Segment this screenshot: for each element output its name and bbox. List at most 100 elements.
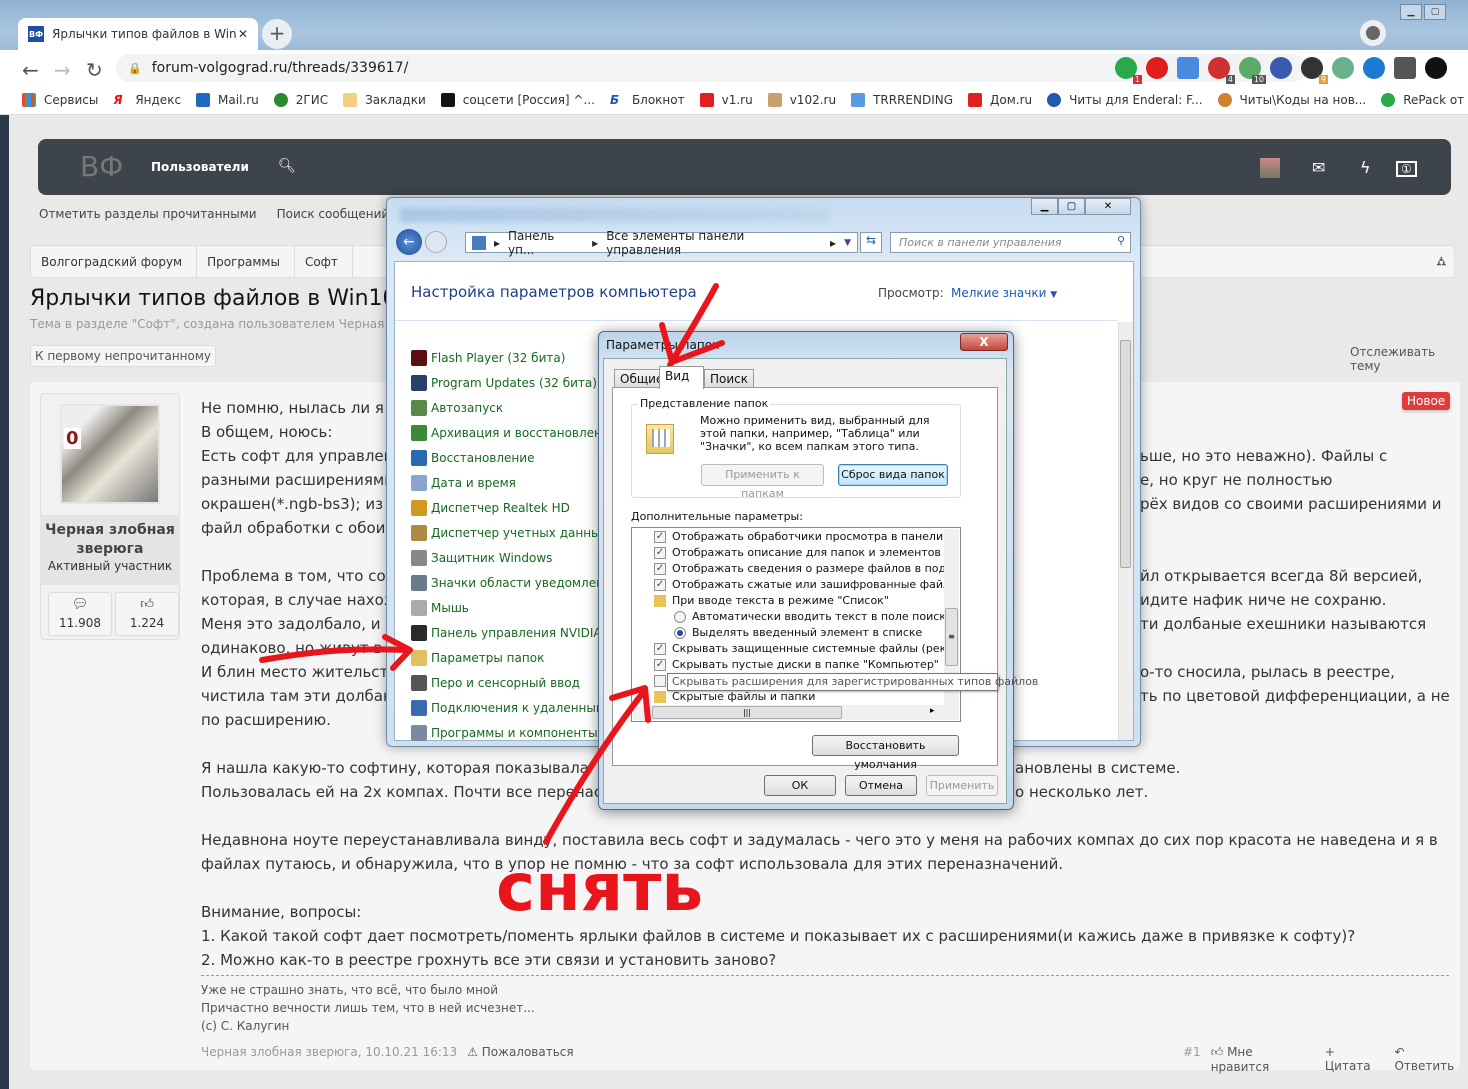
new-tab-button[interactable]: + xyxy=(262,19,292,49)
breadcrumb-item[interactable]: Софт xyxy=(295,246,353,277)
cp-item[interactable]: Восстановление xyxy=(411,450,534,466)
scroll-right-icon[interactable]: ▸ xyxy=(930,706,935,716)
tab-search[interactable]: Поиск xyxy=(704,369,755,388)
cp-item[interactable]: Перо и сенсорный ввод xyxy=(411,675,580,691)
option-item[interactable]: При вводе текста в режиме "Список" xyxy=(654,594,944,607)
cp-item[interactable]: Дата и время xyxy=(411,475,516,491)
avatar[interactable] xyxy=(1425,57,1447,79)
cp-item[interactable]: Мышь xyxy=(411,600,469,616)
extension-icon[interactable]: 10 xyxy=(1239,57,1266,84)
bookmark[interactable]: Я Яндекс xyxy=(113,93,181,107)
bookmark[interactable]: RePack от xatab xyxy=(1381,92,1468,107)
tab-close-icon[interactable]: ✕ xyxy=(238,27,248,41)
bookmark[interactable]: TRRRENDING xyxy=(851,92,953,107)
close-icon[interactable]: ✕ xyxy=(1085,198,1131,215)
bookmark[interactable]: Б Блокнот xyxy=(610,93,685,107)
puzzle-icon[interactable] xyxy=(1394,57,1416,79)
cp-item[interactable]: Program Updates (32 бита) xyxy=(411,375,597,391)
quote-button[interactable]: + Цитата xyxy=(1325,1045,1385,1074)
checkbox[interactable]: ✓ xyxy=(654,578,666,591)
profile-dropdown-icon[interactable] xyxy=(1360,20,1386,46)
checkbox[interactable]: ✓ xyxy=(654,530,666,543)
extension-icon[interactable]: 1 xyxy=(1115,57,1142,84)
restore-defaults-button[interactable]: Восстановить умолчания xyxy=(812,735,959,771)
refresh-button[interactable]: ⇆ xyxy=(860,232,882,253)
breadcrumb-item[interactable]: Программы xyxy=(197,246,295,277)
breadcrumb-item[interactable]: Волгоградский форум xyxy=(31,246,198,277)
report-link[interactable]: ⚠ Пожаловаться xyxy=(467,1045,573,1059)
forward-button[interactable] xyxy=(425,231,447,253)
abp-icon[interactable]: 4 xyxy=(1208,57,1235,84)
reload-icon[interactable]: ↻ xyxy=(86,58,103,82)
cp-item[interactable]: Архивация и восстановление xyxy=(411,425,617,441)
radio-button[interactable] xyxy=(674,610,686,623)
bookmark[interactable]: Дом.ru xyxy=(968,92,1032,107)
cp-item[interactable]: Значки области уведомлений xyxy=(411,575,620,591)
cp-item[interactable]: Диспетчер Realtek HD xyxy=(411,500,570,516)
search-posts-link[interactable]: Поиск сообщений xyxy=(277,207,390,221)
cp-item[interactable]: Панель управления NVIDIA xyxy=(411,625,602,641)
ok-button[interactable]: ОК xyxy=(764,775,836,796)
translate-icon[interactable] xyxy=(1177,57,1199,79)
bookmark[interactable]: Закладки xyxy=(343,92,426,107)
cp-address-bar[interactable]: ▸ Панель уп... ▸ Все элементы панели управл… xyxy=(465,229,858,257)
cp-search-input[interactable]: Поиск в панели управления ⚲ xyxy=(890,232,1131,253)
view-mode-dropdown[interactable]: Мелкие значки ▼ xyxy=(951,286,1057,300)
cp-scroll-thumb[interactable] xyxy=(1120,340,1131,568)
option-item[interactable]: Выделять введенный элемент в списке xyxy=(674,626,964,639)
cp-item[interactable]: Параметры папок xyxy=(411,650,544,666)
cp-item[interactable]: Flash Player (32 бита) xyxy=(411,350,565,366)
reset-folders-button[interactable]: Сброс вида папок xyxy=(838,464,948,486)
cp-item[interactable]: Подключения к удаленным ра xyxy=(411,700,624,716)
minimize-icon[interactable]: ▁ xyxy=(1031,198,1058,215)
cancel-button[interactable]: Отмена xyxy=(845,775,917,796)
like-button[interactable]: 👍︎ Мне нравится xyxy=(1211,1045,1315,1074)
mail-icon[interactable]: ✉ xyxy=(1312,158,1325,177)
option-item[interactable]: ✓ Отображать сведения о размере файлов в … xyxy=(654,562,944,575)
maximize-icon[interactable]: ▢ xyxy=(1424,4,1446,20)
back-button[interactable]: ← xyxy=(396,229,422,255)
post-number[interactable]: #1 xyxy=(1183,1045,1201,1074)
forum-logo[interactable]: ВФ xyxy=(80,150,123,183)
tab-view[interactable]: Вид xyxy=(659,366,704,389)
bookmark[interactable]: Читы для Enderal: F... xyxy=(1047,92,1203,107)
first-unread-button[interactable]: К первому непрочитанному xyxy=(30,345,217,367)
forward-icon[interactable]: → xyxy=(54,58,71,82)
option-item[interactable]: ✓ Отображать описание для папок и элемент… xyxy=(654,546,944,559)
avatar[interactable]: 0 xyxy=(60,404,160,504)
radio-button[interactable] xyxy=(674,626,686,639)
search-icon[interactable]: 🔍︎ xyxy=(278,158,296,174)
bookmark[interactable]: Читы\Коды на нов... xyxy=(1217,92,1366,107)
bookmark[interactable]: v1.ru xyxy=(699,92,753,107)
money-icon[interactable]: ① xyxy=(1396,161,1417,177)
checkbox[interactable]: ✓ xyxy=(654,642,666,655)
nav-users[interactable]: Пользователи xyxy=(151,160,249,174)
lightning-icon[interactable]: ϟ xyxy=(1360,158,1371,177)
browser-tab[interactable]: ВФ Ярлычки типов файлов в Win10 ✕ xyxy=(18,18,258,50)
option-item[interactable]: ✓ Скрывать защищенные системные файлы (ре… xyxy=(654,642,944,655)
bookmark[interactable]: Mail.ru xyxy=(196,92,259,107)
bookmark[interactable]: соцсети [Россия] ^... xyxy=(440,92,595,107)
extension-icon[interactable] xyxy=(1270,57,1292,79)
option-item[interactable]: Автоматически вводить текст в поле поиск… xyxy=(674,610,964,623)
option-item[interactable]: ✓ Отображать сжатые или зашифрованные фай… xyxy=(654,578,944,591)
minimize-icon[interactable]: ▁ xyxy=(1400,4,1422,20)
list-scroll-thumb[interactable]: ≡ xyxy=(945,608,958,666)
adblock-icon[interactable] xyxy=(1146,57,1168,79)
sitemap-icon[interactable]: ⛼ xyxy=(1437,254,1446,270)
user-avatar-icon[interactable] xyxy=(1260,158,1280,178)
mark-read-link[interactable]: Отметить разделы прочитанными xyxy=(39,207,257,221)
close-button[interactable]: X xyxy=(960,333,1008,351)
list-hscroll-thumb[interactable]: ||| xyxy=(652,706,842,719)
option-item[interactable]: Скрытые файлы и папки xyxy=(654,690,944,703)
back-icon[interactable]: ← xyxy=(22,58,39,82)
cp-item[interactable]: Программы и компоненты xyxy=(411,725,598,741)
cp-item[interactable]: Диспетчер учетных данных xyxy=(411,525,608,541)
reply-button[interactable]: ↶ Ответить xyxy=(1394,1045,1468,1074)
checkbox[interactable]: ✓ xyxy=(654,658,666,671)
cp-item[interactable]: Автозапуск xyxy=(411,400,503,416)
apply-button[interactable]: Применить xyxy=(926,775,998,796)
maximize-icon[interactable]: ▢ xyxy=(1058,198,1085,215)
checkbox[interactable]: ✓ xyxy=(654,562,666,575)
author-name[interactable]: Черная злобная зверюга xyxy=(40,521,180,559)
